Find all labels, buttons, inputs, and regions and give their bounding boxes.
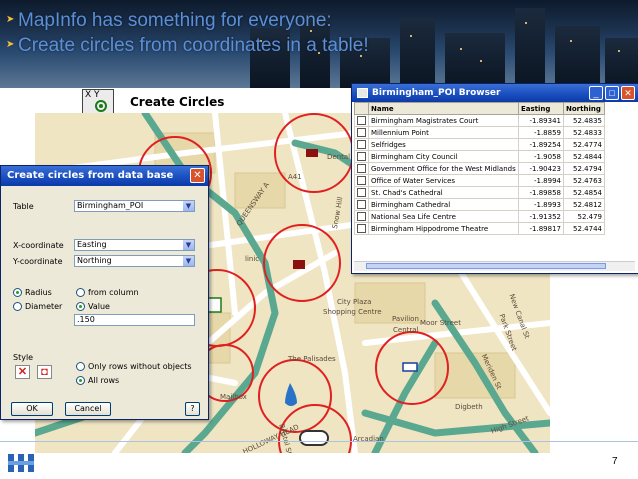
horizontal-scrollbar[interactable] (354, 261, 635, 271)
cancel-button[interactable]: Cancel (65, 402, 111, 416)
poi-table: Name Easting Northing Birmingham Magistr… (354, 102, 605, 235)
dialog-title: Create circles from data base (1, 166, 208, 186)
map-label-a41: A41 (288, 173, 302, 181)
table-row[interactable]: Birmingham City Council -1.9058 52.4844 (354, 150, 605, 163)
bullet-icon: ➤ (6, 14, 15, 25)
table-row[interactable]: Birmingham Magistrates Court -1.89341 52.4… (354, 114, 605, 127)
minimize-button[interactable]: _ (589, 86, 603, 100)
scrollbar-thumb[interactable] (366, 263, 606, 269)
only-rows-radio[interactable] (76, 362, 85, 371)
ok-button[interactable]: OK (11, 402, 53, 416)
row-checkbox[interactable] (357, 200, 366, 209)
radius-radio[interactable] (13, 288, 22, 297)
all-rows-radio[interactable] (76, 376, 85, 385)
browser-title: Birmingham_POI Browser (372, 88, 501, 98)
chevron-down-icon[interactable]: ▼ (183, 240, 194, 250)
map-label-dental: Dental (327, 153, 351, 161)
table-row[interactable]: Millennium Point -1.8859 52.4833 (354, 126, 605, 139)
line-style-button[interactable]: ✕ (15, 365, 30, 379)
map-label-moor-street: Moor Street (420, 319, 461, 327)
header-banner: ➤ ➤ MapInfo has something for everyone: … (0, 0, 638, 88)
all-rows-label: All rows (88, 376, 120, 385)
from-column-label: from column (88, 288, 139, 297)
diameter-radio[interactable] (13, 302, 22, 311)
page-number: 7 (612, 456, 618, 467)
table-row[interactable]: Birmingham Hippodrome Theatre -1.89817 52.… (354, 222, 605, 235)
table-row[interactable]: Office of Water Services -1.8994 52.4763 (354, 174, 605, 187)
footer-divider (0, 441, 638, 442)
map-label-central: Central (393, 326, 419, 334)
close-button[interactable]: ✕ (621, 86, 635, 100)
value-radio[interactable] (76, 302, 85, 311)
only-rows-label: Only rows without objects (88, 362, 192, 371)
row-checkbox[interactable] (357, 116, 366, 125)
close-button[interactable]: ✕ (190, 168, 205, 183)
create-circles-dialog: Create circles from data base ✕ Table Bi… (0, 165, 209, 420)
poi-browser-window: Birmingham_POI Browser _ □ ✕ Name Eastin… (351, 83, 638, 274)
value-label: Value (88, 302, 110, 311)
region-style-button[interactable]: ◘ (37, 365, 52, 379)
map-label-pavilion: Pavilion (392, 315, 419, 323)
row-checkbox[interactable] (357, 152, 366, 161)
create-circles-icon-text: X Y (85, 90, 100, 100)
map-label-mailbox: Mailbox (220, 393, 247, 401)
y-coordinate-select[interactable]: Northing ▼ (74, 255, 195, 267)
banner-line-2: Create circles from coordinates in a tab… (18, 35, 369, 56)
banner-line-1: MapInfo has something for everyone: (18, 10, 332, 31)
column-header[interactable]: Northing (563, 102, 605, 115)
map-label-clinic: linic (245, 255, 260, 263)
table-row[interactable]: Government Office for the West Midlands -… (354, 162, 605, 175)
column-header[interactable]: Name (368, 102, 519, 115)
map-label-the-palisades: The Palisades (288, 355, 336, 363)
help-button[interactable]: ? (185, 402, 200, 416)
map-label-shopping-centre: Shopping Centre (323, 308, 382, 316)
table-select[interactable]: Birmingham_POI ▼ (74, 200, 195, 212)
table-row[interactable]: Selfridges -1.89254 52.4774 (354, 138, 605, 151)
row-checkbox[interactable] (357, 140, 366, 149)
table-row[interactable]: Birmingham Cathedral -1.8993 52.4812 (354, 198, 605, 211)
value-input[interactable]: .150 (74, 314, 195, 326)
row-checkbox[interactable] (357, 224, 366, 233)
table-icon (357, 88, 368, 98)
maximize-button[interactable]: □ (605, 86, 619, 100)
map-label-city-plaza: City Plaza (337, 298, 372, 306)
table-header-row: Name Easting Northing (354, 102, 605, 115)
row-checkbox[interactable] (357, 164, 366, 173)
company-logo-icon (8, 454, 34, 472)
radius-label: Radius (25, 288, 52, 297)
row-checkbox[interactable] (357, 176, 366, 185)
chevron-down-icon[interactable]: ▼ (183, 256, 194, 266)
row-checkbox[interactable] (357, 212, 366, 221)
from-column-radio[interactable] (76, 288, 85, 297)
create-circles-label: Create Circles (130, 95, 225, 109)
table-label: Table (13, 202, 34, 211)
row-checkbox[interactable] (357, 128, 366, 137)
style-label: Style (13, 353, 34, 362)
bullet-icon: ➤ (6, 39, 15, 50)
table-row[interactable]: St. Chad's Cathedral -1.89858 52.4854 (354, 186, 605, 199)
table-row[interactable]: National Sea Life Centre -1.91352 52.479 (354, 210, 605, 223)
x-coordinate-select[interactable]: Easting ▼ (74, 239, 195, 251)
y-coordinate-label: Y-coordinate (13, 257, 63, 266)
column-header[interactable]: Easting (518, 102, 564, 115)
row-checkbox[interactable] (357, 188, 366, 197)
diameter-label: Diameter (25, 302, 63, 311)
banner-text: MapInfo has something for everyone: Crea… (18, 8, 369, 58)
chevron-down-icon[interactable]: ▼ (183, 201, 194, 211)
map-label-digbeth: Digbeth (455, 403, 483, 411)
x-coordinate-label: X-coordinate (13, 241, 64, 250)
